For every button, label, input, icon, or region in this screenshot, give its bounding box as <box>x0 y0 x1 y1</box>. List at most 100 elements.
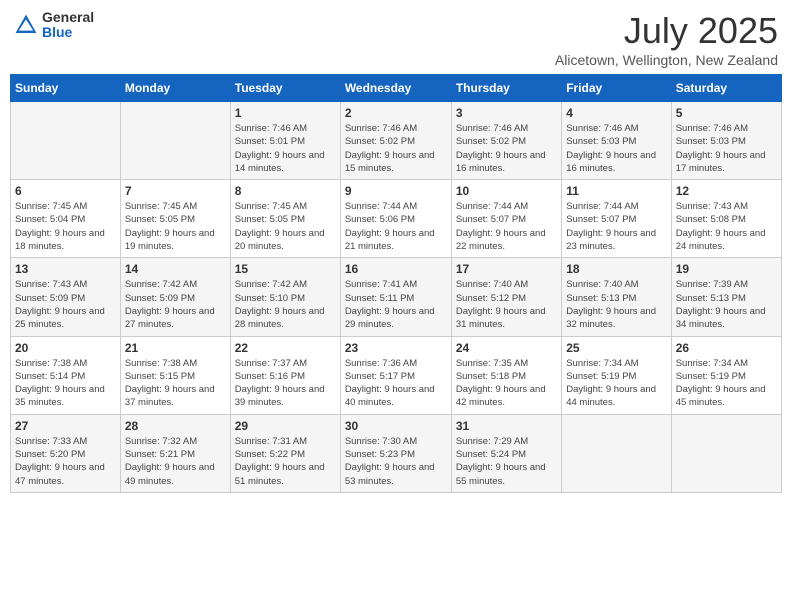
day-info: Sunrise: 7:35 AMSunset: 5:18 PMDaylight:… <box>456 357 557 410</box>
day-number: 23 <box>345 341 447 355</box>
day-cell <box>11 102 121 180</box>
logo-general-text: General <box>42 10 94 25</box>
day-cell: 30 Sunrise: 7:30 AMSunset: 5:23 PMDayligh… <box>340 414 451 492</box>
day-info: Sunrise: 7:42 AMSunset: 5:10 PMDaylight:… <box>235 278 336 331</box>
day-info: Sunrise: 7:36 AMSunset: 5:17 PMDaylight:… <box>345 357 447 410</box>
day-cell: 18 Sunrise: 7:40 AMSunset: 5:13 PMDayligh… <box>562 258 671 336</box>
day-number: 4 <box>566 106 666 120</box>
day-info: Sunrise: 7:34 AMSunset: 5:19 PMDaylight:… <box>566 357 666 410</box>
day-info: Sunrise: 7:45 AMSunset: 5:05 PMDaylight:… <box>125 200 226 253</box>
day-info: Sunrise: 7:41 AMSunset: 5:11 PMDaylight:… <box>345 278 447 331</box>
day-info: Sunrise: 7:37 AMSunset: 5:16 PMDaylight:… <box>235 357 336 410</box>
day-info: Sunrise: 7:46 AMSunset: 5:03 PMDaylight:… <box>566 122 666 175</box>
day-number: 29 <box>235 419 336 433</box>
day-number: 12 <box>676 184 777 198</box>
day-cell: 29 Sunrise: 7:31 AMSunset: 5:22 PMDayligh… <box>230 414 340 492</box>
day-cell: 2 Sunrise: 7:46 AMSunset: 5:02 PMDaylight… <box>340 102 451 180</box>
day-number: 26 <box>676 341 777 355</box>
day-number: 20 <box>15 341 116 355</box>
day-cell <box>120 102 230 180</box>
day-cell: 25 Sunrise: 7:34 AMSunset: 5:19 PMDayligh… <box>562 336 671 414</box>
day-info: Sunrise: 7:38 AMSunset: 5:15 PMDaylight:… <box>125 357 226 410</box>
logo: General Blue <box>14 10 94 41</box>
day-cell <box>671 414 781 492</box>
day-cell: 24Sunrise: 7:35 AMSunset: 5:18 PMDayligh… <box>451 336 561 414</box>
day-info: Sunrise: 7:31 AMSunset: 5:22 PMDaylight:… <box>235 435 336 488</box>
day-cell: 5 Sunrise: 7:46 AMSunset: 5:03 PMDaylight… <box>671 102 781 180</box>
logo-text: General Blue <box>42 10 94 41</box>
day-cell: 15Sunrise: 7:42 AMSunset: 5:10 PMDayligh… <box>230 258 340 336</box>
day-cell: 12 Sunrise: 7:43 AMSunset: 5:08 PMDayligh… <box>671 180 781 258</box>
day-cell: 14 Sunrise: 7:42 AMSunset: 5:09 PMDayligh… <box>120 258 230 336</box>
day-number: 16 <box>345 262 447 276</box>
day-cell: 4 Sunrise: 7:46 AMSunset: 5:03 PMDaylight… <box>562 102 671 180</box>
day-cell: 20 Sunrise: 7:38 AMSunset: 5:14 PMDayligh… <box>11 336 121 414</box>
day-info: Sunrise: 7:44 AMSunset: 5:06 PMDaylight:… <box>345 200 447 253</box>
day-info: Sunrise: 7:38 AMSunset: 5:14 PMDaylight:… <box>15 357 116 410</box>
header-row: SundayMondayTuesdayWednesdayThursdayFrid… <box>11 75 782 102</box>
day-info: Sunrise: 7:46 AMSunset: 5:01 PMDaylight:… <box>235 122 336 175</box>
day-cell: 7 Sunrise: 7:45 AMSunset: 5:05 PMDaylight… <box>120 180 230 258</box>
day-cell: 22Sunrise: 7:37 AMSunset: 5:16 PMDayligh… <box>230 336 340 414</box>
day-info: Sunrise: 7:43 AMSunset: 5:09 PMDaylight:… <box>15 278 116 331</box>
day-cell: 19Sunrise: 7:39 AMSunset: 5:13 PMDayligh… <box>671 258 781 336</box>
day-cell: 17 Sunrise: 7:40 AMSunset: 5:12 PMDayligh… <box>451 258 561 336</box>
day-number: 27 <box>15 419 116 433</box>
day-header-thursday: Thursday <box>451 75 561 102</box>
day-header-saturday: Saturday <box>671 75 781 102</box>
day-cell: 23 Sunrise: 7:36 AMSunset: 5:17 PMDayligh… <box>340 336 451 414</box>
day-cell: 26 Sunrise: 7:34 AMSunset: 5:19 PMDayligh… <box>671 336 781 414</box>
day-info: Sunrise: 7:44 AMSunset: 5:07 PMDaylight:… <box>566 200 666 253</box>
day-cell: 10 Sunrise: 7:44 AMSunset: 5:07 PMDayligh… <box>451 180 561 258</box>
day-number: 30 <box>345 419 447 433</box>
day-cell: 31 Sunrise: 7:29 AMSunset: 5:24 PMDayligh… <box>451 414 561 492</box>
day-cell: 6 Sunrise: 7:45 AMSunset: 5:04 PMDaylight… <box>11 180 121 258</box>
day-cell: 13Sunrise: 7:43 AMSunset: 5:09 PMDayligh… <box>11 258 121 336</box>
day-info: Sunrise: 7:34 AMSunset: 5:19 PMDaylight:… <box>676 357 777 410</box>
week-row-5: 27Sunrise: 7:33 AMSunset: 5:20 PMDayligh… <box>11 414 782 492</box>
day-header-tuesday: Tuesday <box>230 75 340 102</box>
day-cell: 28 Sunrise: 7:32 AMSunset: 5:21 PMDayligh… <box>120 414 230 492</box>
day-number: 5 <box>676 106 777 120</box>
day-info: Sunrise: 7:40 AMSunset: 5:13 PMDaylight:… <box>566 278 666 331</box>
day-info: Sunrise: 7:46 AMSunset: 5:03 PMDaylight:… <box>676 122 777 175</box>
day-number: 31 <box>456 419 557 433</box>
day-info: Sunrise: 7:29 AMSunset: 5:24 PMDaylight:… <box>456 435 557 488</box>
day-number: 18 <box>566 262 666 276</box>
day-cell: 27Sunrise: 7:33 AMSunset: 5:20 PMDayligh… <box>11 414 121 492</box>
day-info: Sunrise: 7:44 AMSunset: 5:07 PMDaylight:… <box>456 200 557 253</box>
day-info: Sunrise: 7:30 AMSunset: 5:23 PMDaylight:… <box>345 435 447 488</box>
day-number: 28 <box>125 419 226 433</box>
day-number: 25 <box>566 341 666 355</box>
day-header-wednesday: Wednesday <box>340 75 451 102</box>
day-number: 14 <box>125 262 226 276</box>
day-number: 9 <box>345 184 447 198</box>
day-number: 6 <box>15 184 116 198</box>
day-cell <box>562 414 671 492</box>
day-info: Sunrise: 7:32 AMSunset: 5:21 PMDaylight:… <box>125 435 226 488</box>
day-info: Sunrise: 7:40 AMSunset: 5:12 PMDaylight:… <box>456 278 557 331</box>
day-number: 17 <box>456 262 557 276</box>
day-cell: 11 Sunrise: 7:44 AMSunset: 5:07 PMDayligh… <box>562 180 671 258</box>
day-header-sunday: Sunday <box>11 75 121 102</box>
day-number: 10 <box>456 184 557 198</box>
day-info: Sunrise: 7:45 AMSunset: 5:04 PMDaylight:… <box>15 200 116 253</box>
location-subtitle: Alicetown, Wellington, New Zealand <box>555 52 778 68</box>
day-info: Sunrise: 7:46 AMSunset: 5:02 PMDaylight:… <box>456 122 557 175</box>
week-row-3: 13Sunrise: 7:43 AMSunset: 5:09 PMDayligh… <box>11 258 782 336</box>
week-row-1: 1Sunrise: 7:46 AMSunset: 5:01 PMDaylight… <box>11 102 782 180</box>
day-number: 19 <box>676 262 777 276</box>
day-cell: 8Sunrise: 7:45 AMSunset: 5:05 PMDaylight… <box>230 180 340 258</box>
day-info: Sunrise: 7:46 AMSunset: 5:02 PMDaylight:… <box>345 122 447 175</box>
logo-icon <box>14 13 38 37</box>
week-row-2: 6 Sunrise: 7:45 AMSunset: 5:04 PMDaylight… <box>11 180 782 258</box>
day-info: Sunrise: 7:43 AMSunset: 5:08 PMDaylight:… <box>676 200 777 253</box>
day-info: Sunrise: 7:42 AMSunset: 5:09 PMDaylight:… <box>125 278 226 331</box>
day-cell: 21Sunrise: 7:38 AMSunset: 5:15 PMDayligh… <box>120 336 230 414</box>
logo-blue-text: Blue <box>42 25 94 40</box>
day-number: 11 <box>566 184 666 198</box>
month-title: July 2025 <box>555 10 778 52</box>
day-number: 2 <box>345 106 447 120</box>
calendar-table: SundayMondayTuesdayWednesdayThursdayFrid… <box>10 74 782 493</box>
day-number: 7 <box>125 184 226 198</box>
